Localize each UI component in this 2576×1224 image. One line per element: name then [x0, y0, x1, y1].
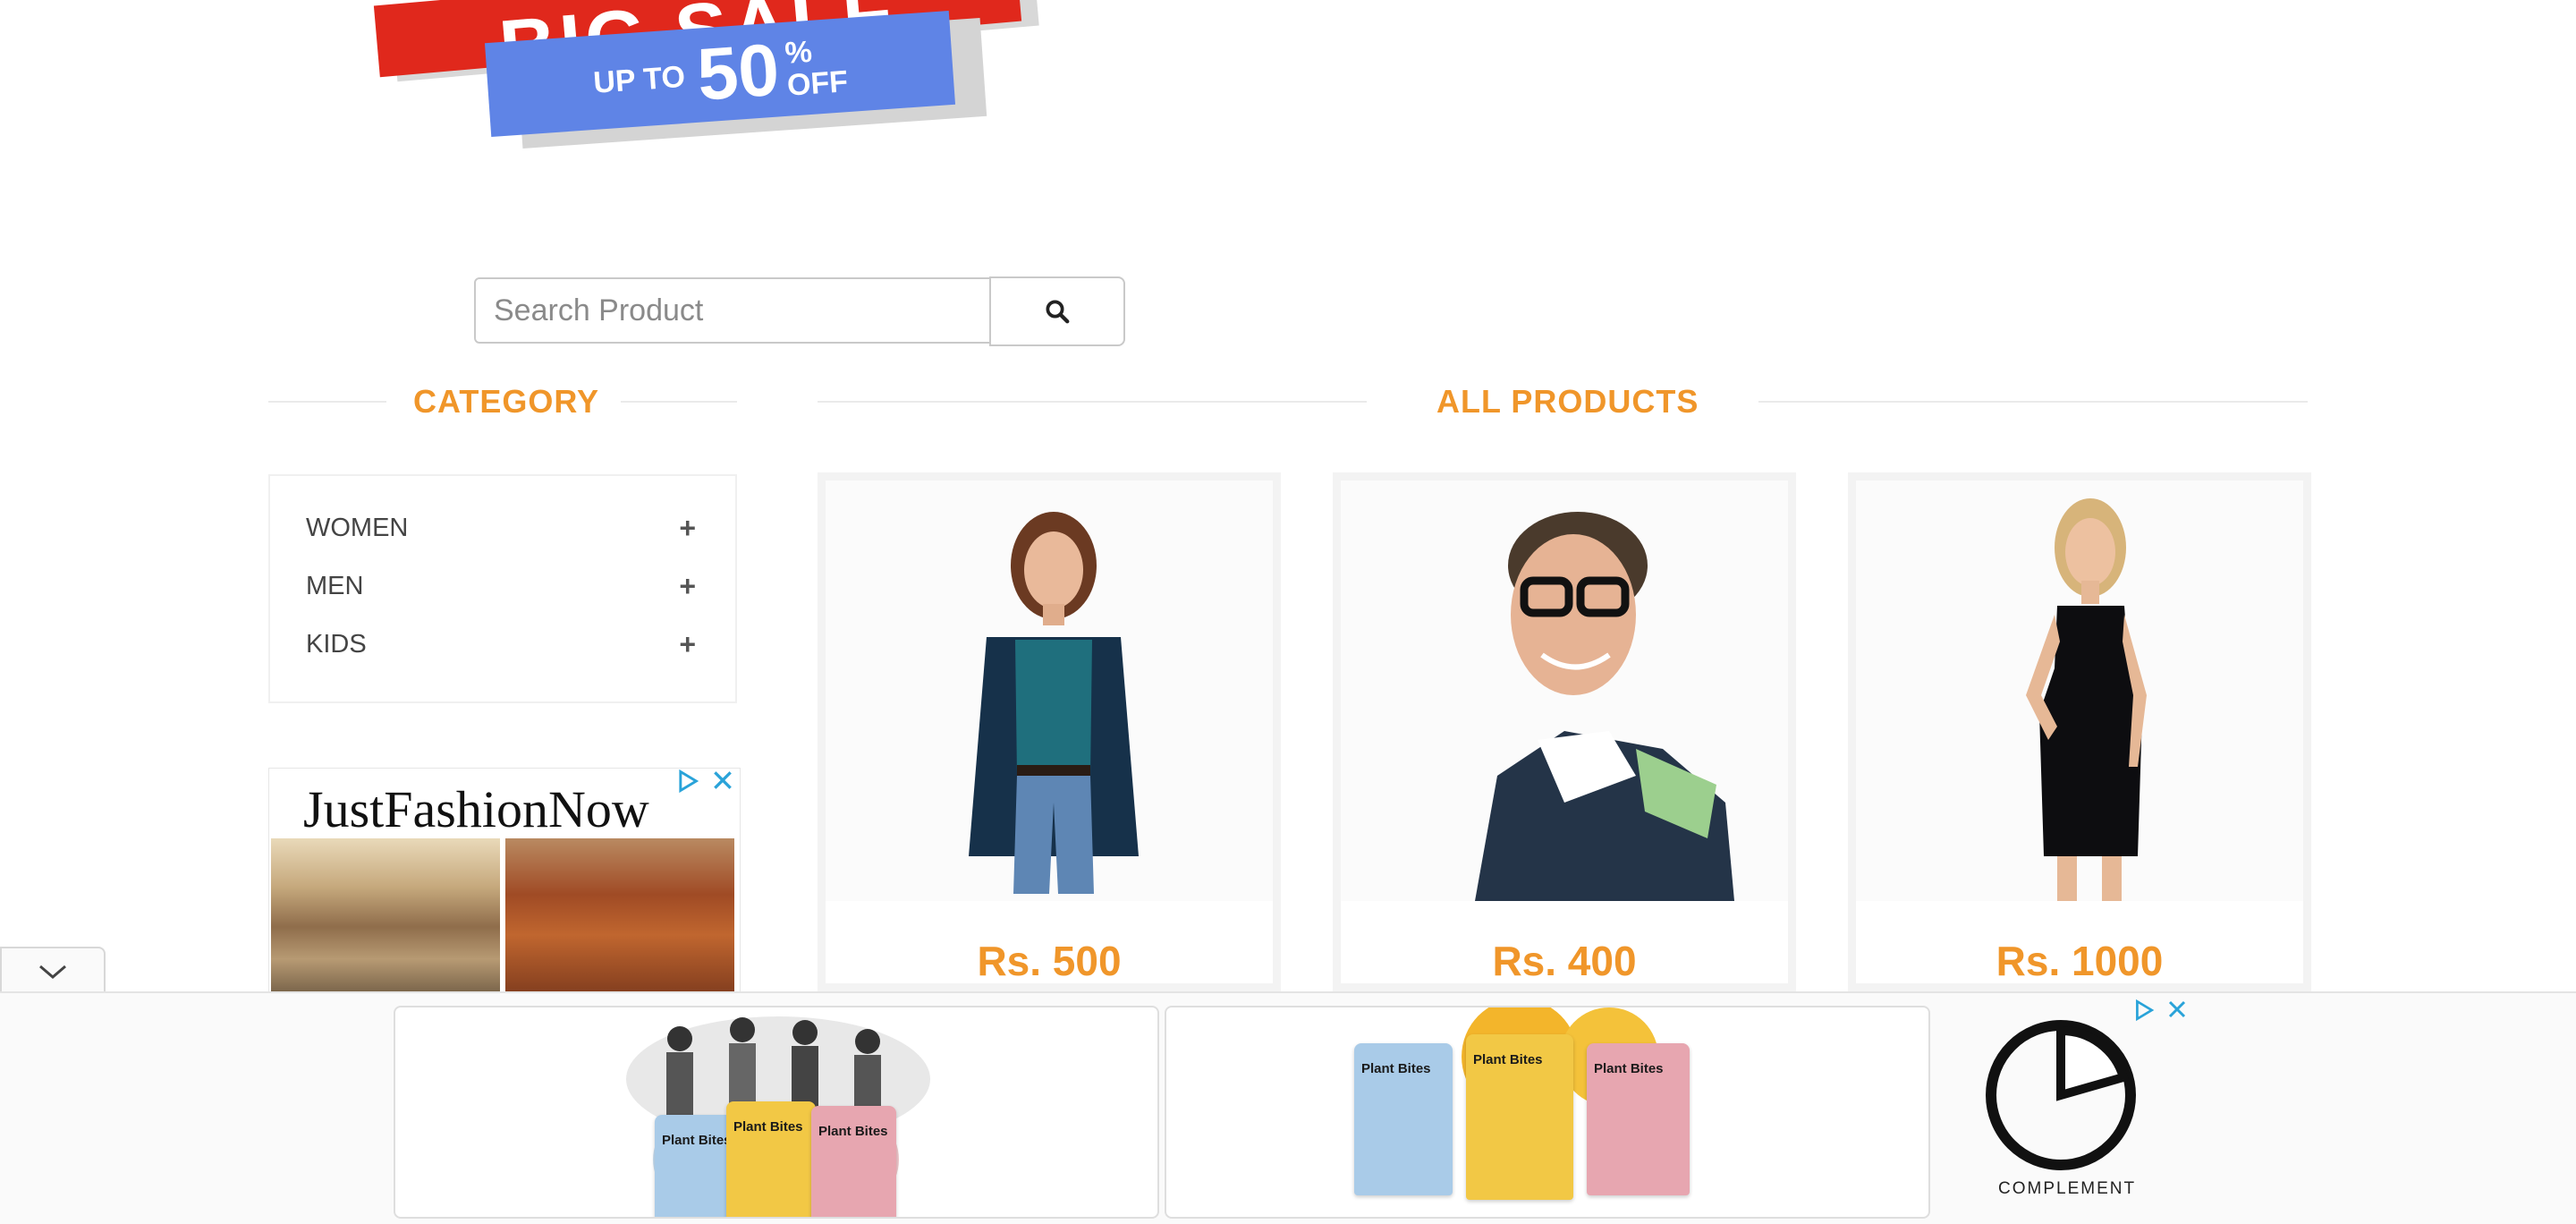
divider [621, 401, 737, 403]
adchoices-icon[interactable] [675, 769, 700, 794]
complement-logo-ad[interactable]: COMPLEMENT [1936, 993, 2186, 1224]
category-label: WOMEN [306, 514, 409, 542]
plus-icon[interactable]: + [679, 512, 696, 545]
close-icon[interactable] [711, 769, 734, 792]
chevron-down-icon [39, 965, 66, 979]
man-with-glasses-photo [1475, 512, 1734, 901]
plus-icon[interactable]: + [679, 628, 696, 661]
banner-percent-off: % OFF [784, 33, 849, 102]
category-item-kids[interactable]: KIDS + [306, 628, 696, 661]
category-title: CATEGORY [413, 383, 600, 420]
product-pack: Plant Bites [726, 1101, 816, 1217]
divider [818, 401, 1367, 403]
product-pack: Plant Bites [811, 1106, 896, 1217]
ad-photo-blouse[interactable] [505, 838, 734, 992]
category-panel: WOMEN + MEN + KIDS + [268, 474, 737, 703]
banner-percent: % [784, 34, 814, 71]
divider [1758, 401, 2308, 403]
ad-collapse-button[interactable] [0, 947, 106, 995]
product-pack: Plant Bites [1354, 1043, 1453, 1195]
ad-photo-sweater[interactable] [271, 838, 500, 992]
category-label: MEN [306, 572, 364, 600]
search-input[interactable] [474, 277, 991, 344]
search-button[interactable] [989, 276, 1125, 346]
product-pack: Plant Bites [1466, 1034, 1573, 1200]
banner-discount: 50 [694, 29, 782, 116]
product-price: Rs. 1000 [1996, 938, 2164, 984]
sidebar-ad[interactable]: JustFashionNow [268, 768, 741, 993]
product-card[interactable]: Rs. 400 [1333, 472, 1796, 991]
plus-icon[interactable]: + [679, 570, 696, 603]
product-image[interactable] [1856, 480, 2303, 901]
banner-off: OFF [785, 64, 850, 103]
category-label: KIDS [306, 630, 367, 659]
search-icon [1046, 300, 1070, 324]
product-image[interactable] [826, 480, 1273, 901]
ad-panel[interactable]: Plant Bites Plant Bites Plant Bites [394, 1006, 1159, 1219]
woman-in-denim-shirt-photo [969, 512, 1139, 894]
ad-brand-name: JustFashionNow [303, 780, 649, 838]
ad-panel[interactable]: Plant Bites Plant Bites Plant Bites [1165, 1006, 1930, 1219]
woman-in-black-dress-photo [2026, 498, 2147, 901]
product-card[interactable]: Rs. 1000 [1848, 472, 2311, 991]
close-icon[interactable] [2166, 999, 2188, 1020]
product-image[interactable] [1341, 480, 1788, 901]
all-products-title: ALL PRODUCTS [1436, 383, 1699, 420]
product-price: Rs. 500 [977, 938, 1122, 984]
banner-up-to: UP TO [592, 59, 687, 100]
complement-wordmark: COMPLEMENT [1998, 1179, 2137, 1198]
bottom-ad-bar: Plant Bites Plant Bites Plant Bites Plan… [0, 991, 2576, 1224]
product-pack: Plant Bites [1587, 1043, 1690, 1195]
search-bar [474, 276, 1125, 346]
product-card[interactable]: Rs. 500 [818, 472, 1281, 991]
complement-logo-icon [1986, 1020, 2136, 1170]
category-item-women[interactable]: WOMEN + [306, 512, 696, 545]
category-item-men[interactable]: MEN + [306, 570, 696, 603]
divider [268, 401, 386, 403]
product-price: Rs. 400 [1492, 938, 1637, 984]
ad-controls [675, 769, 734, 794]
product-pack: Plant Bites [655, 1115, 735, 1217]
sale-banner[interactable]: BIG SALE UP TO 50 % OFF [367, 0, 1082, 170]
